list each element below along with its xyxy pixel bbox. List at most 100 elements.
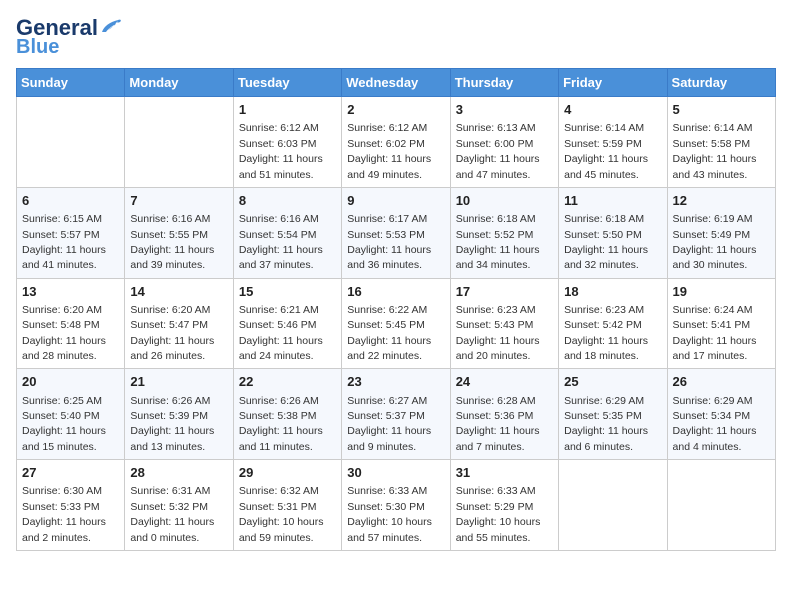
weekday-header-cell: Tuesday bbox=[233, 69, 341, 97]
day-number: 14 bbox=[130, 283, 227, 301]
calendar-cell bbox=[17, 97, 125, 188]
weekday-header-cell: Friday bbox=[559, 69, 667, 97]
calendar-week-row: 27 Sunrise: 6:30 AMSunset: 5:33 PMDayligh… bbox=[17, 460, 776, 551]
day-number: 9 bbox=[347, 192, 444, 210]
calendar-cell: 14 Sunrise: 6:20 AMSunset: 5:47 PMDayligh… bbox=[125, 278, 233, 369]
cell-content: Sunrise: 6:24 AMSunset: 5:41 PMDaylight:… bbox=[673, 304, 757, 362]
day-number: 19 bbox=[673, 283, 770, 301]
cell-content: Sunrise: 6:12 AMSunset: 6:02 PMDaylight:… bbox=[347, 122, 431, 180]
cell-content: Sunrise: 6:15 AMSunset: 5:57 PMDaylight:… bbox=[22, 213, 106, 271]
day-number: 6 bbox=[22, 192, 119, 210]
day-number: 30 bbox=[347, 464, 444, 482]
day-number: 25 bbox=[564, 373, 661, 391]
calendar-cell: 17 Sunrise: 6:23 AMSunset: 5:43 PMDayligh… bbox=[450, 278, 558, 369]
day-number: 31 bbox=[456, 464, 553, 482]
day-number: 18 bbox=[564, 283, 661, 301]
day-number: 3 bbox=[456, 101, 553, 119]
weekday-header-cell: Thursday bbox=[450, 69, 558, 97]
cell-content: Sunrise: 6:30 AMSunset: 5:33 PMDaylight:… bbox=[22, 485, 106, 543]
cell-content: Sunrise: 6:23 AMSunset: 5:43 PMDaylight:… bbox=[456, 304, 540, 362]
logo-bird-icon bbox=[100, 18, 122, 34]
calendar-table: SundayMondayTuesdayWednesdayThursdayFrid… bbox=[16, 68, 776, 551]
cell-content: Sunrise: 6:21 AMSunset: 5:46 PMDaylight:… bbox=[239, 304, 323, 362]
cell-content: Sunrise: 6:17 AMSunset: 5:53 PMDaylight:… bbox=[347, 213, 431, 271]
cell-content: Sunrise: 6:20 AMSunset: 5:47 PMDaylight:… bbox=[130, 304, 214, 362]
day-number: 29 bbox=[239, 464, 336, 482]
calendar-cell bbox=[667, 460, 775, 551]
cell-content: Sunrise: 6:19 AMSunset: 5:49 PMDaylight:… bbox=[673, 213, 757, 271]
weekday-header-cell: Saturday bbox=[667, 69, 775, 97]
page-header: General Blue bbox=[16, 16, 776, 58]
day-number: 26 bbox=[673, 373, 770, 391]
day-number: 28 bbox=[130, 464, 227, 482]
calendar-week-row: 13 Sunrise: 6:20 AMSunset: 5:48 PMDayligh… bbox=[17, 278, 776, 369]
calendar-cell: 11 Sunrise: 6:18 AMSunset: 5:50 PMDayligh… bbox=[559, 187, 667, 278]
cell-content: Sunrise: 6:26 AMSunset: 5:39 PMDaylight:… bbox=[130, 395, 214, 453]
day-number: 8 bbox=[239, 192, 336, 210]
calendar-cell: 6 Sunrise: 6:15 AMSunset: 5:57 PMDaylight… bbox=[17, 187, 125, 278]
calendar-cell: 28Sunrise: 6:31 AMSunset: 5:32 PMDayligh… bbox=[125, 460, 233, 551]
day-number: 5 bbox=[673, 101, 770, 119]
calendar-cell: 20 Sunrise: 6:25 AMSunset: 5:40 PMDayligh… bbox=[17, 369, 125, 460]
cell-content: Sunrise: 6:25 AMSunset: 5:40 PMDaylight:… bbox=[22, 395, 106, 453]
calendar-cell: 1 Sunrise: 6:12 AMSunset: 6:03 PMDaylight… bbox=[233, 97, 341, 188]
cell-content: Sunrise: 6:23 AMSunset: 5:42 PMDaylight:… bbox=[564, 304, 648, 362]
calendar-cell: 7 Sunrise: 6:16 AMSunset: 5:55 PMDaylight… bbox=[125, 187, 233, 278]
calendar-body: 1 Sunrise: 6:12 AMSunset: 6:03 PMDaylight… bbox=[17, 97, 776, 551]
cell-content: Sunrise: 6:28 AMSunset: 5:36 PMDaylight:… bbox=[456, 395, 540, 453]
weekday-header-cell: Wednesday bbox=[342, 69, 450, 97]
day-number: 15 bbox=[239, 283, 336, 301]
day-number: 17 bbox=[456, 283, 553, 301]
day-number: 12 bbox=[673, 192, 770, 210]
day-number: 24 bbox=[456, 373, 553, 391]
cell-content: Sunrise: 6:22 AMSunset: 5:45 PMDaylight:… bbox=[347, 304, 431, 362]
cell-content: Sunrise: 6:29 AMSunset: 5:35 PMDaylight:… bbox=[564, 395, 648, 453]
calendar-cell: 18 Sunrise: 6:23 AMSunset: 5:42 PMDayligh… bbox=[559, 278, 667, 369]
day-number: 13 bbox=[22, 283, 119, 301]
logo-blue-text: Blue bbox=[16, 36, 59, 58]
logo: General Blue bbox=[16, 16, 122, 58]
day-number: 10 bbox=[456, 192, 553, 210]
day-number: 7 bbox=[130, 192, 227, 210]
calendar-cell: 16Sunrise: 6:22 AMSunset: 5:45 PMDayligh… bbox=[342, 278, 450, 369]
cell-content: Sunrise: 6:20 AMSunset: 5:48 PMDaylight:… bbox=[22, 304, 106, 362]
calendar-cell: 27 Sunrise: 6:30 AMSunset: 5:33 PMDayligh… bbox=[17, 460, 125, 551]
calendar-cell: 5Sunrise: 6:14 AMSunset: 5:58 PMDaylight… bbox=[667, 97, 775, 188]
calendar-cell: 10Sunrise: 6:18 AMSunset: 5:52 PMDayligh… bbox=[450, 187, 558, 278]
day-number: 4 bbox=[564, 101, 661, 119]
calendar-cell: 25 Sunrise: 6:29 AMSunset: 5:35 PMDayligh… bbox=[559, 369, 667, 460]
day-number: 2 bbox=[347, 101, 444, 119]
cell-content: Sunrise: 6:32 AMSunset: 5:31 PMDaylight:… bbox=[239, 485, 324, 543]
calendar-cell: 4 Sunrise: 6:14 AMSunset: 5:59 PMDaylight… bbox=[559, 97, 667, 188]
calendar-cell: 30 Sunrise: 6:33 AMSunset: 5:30 PMDayligh… bbox=[342, 460, 450, 551]
cell-content: Sunrise: 6:12 AMSunset: 6:03 PMDaylight:… bbox=[239, 122, 323, 180]
cell-content: Sunrise: 6:18 AMSunset: 5:50 PMDaylight:… bbox=[564, 213, 648, 271]
cell-content: Sunrise: 6:16 AMSunset: 5:55 PMDaylight:… bbox=[130, 213, 214, 271]
calendar-cell: 15 Sunrise: 6:21 AMSunset: 5:46 PMDayligh… bbox=[233, 278, 341, 369]
calendar-cell bbox=[559, 460, 667, 551]
day-number: 23 bbox=[347, 373, 444, 391]
cell-content: Sunrise: 6:29 AMSunset: 5:34 PMDaylight:… bbox=[673, 395, 757, 453]
cell-content: Sunrise: 6:33 AMSunset: 5:30 PMDaylight:… bbox=[347, 485, 432, 543]
day-number: 27 bbox=[22, 464, 119, 482]
day-number: 22 bbox=[239, 373, 336, 391]
calendar-cell: 23Sunrise: 6:27 AMSunset: 5:37 PMDayligh… bbox=[342, 369, 450, 460]
weekday-header-cell: Sunday bbox=[17, 69, 125, 97]
day-number: 20 bbox=[22, 373, 119, 391]
calendar-cell: 26 Sunrise: 6:29 AMSunset: 5:34 PMDayligh… bbox=[667, 369, 775, 460]
calendar-cell: 19 Sunrise: 6:24 AMSunset: 5:41 PMDayligh… bbox=[667, 278, 775, 369]
cell-content: Sunrise: 6:26 AMSunset: 5:38 PMDaylight:… bbox=[239, 395, 323, 453]
day-number: 1 bbox=[239, 101, 336, 119]
weekday-header-cell: Monday bbox=[125, 69, 233, 97]
day-number: 11 bbox=[564, 192, 661, 210]
calendar-week-row: 20 Sunrise: 6:25 AMSunset: 5:40 PMDayligh… bbox=[17, 369, 776, 460]
cell-content: Sunrise: 6:16 AMSunset: 5:54 PMDaylight:… bbox=[239, 213, 323, 271]
calendar-cell: 8 Sunrise: 6:16 AMSunset: 5:54 PMDaylight… bbox=[233, 187, 341, 278]
weekday-header-row: SundayMondayTuesdayWednesdayThursdayFrid… bbox=[17, 69, 776, 97]
calendar-week-row: 1 Sunrise: 6:12 AMSunset: 6:03 PMDaylight… bbox=[17, 97, 776, 188]
cell-content: Sunrise: 6:13 AMSunset: 6:00 PMDaylight:… bbox=[456, 122, 540, 180]
calendar-week-row: 6 Sunrise: 6:15 AMSunset: 5:57 PMDaylight… bbox=[17, 187, 776, 278]
calendar-cell: 9 Sunrise: 6:17 AMSunset: 5:53 PMDaylight… bbox=[342, 187, 450, 278]
cell-content: Sunrise: 6:14 AMSunset: 5:59 PMDaylight:… bbox=[564, 122, 648, 180]
calendar-cell: 29 Sunrise: 6:32 AMSunset: 5:31 PMDayligh… bbox=[233, 460, 341, 551]
